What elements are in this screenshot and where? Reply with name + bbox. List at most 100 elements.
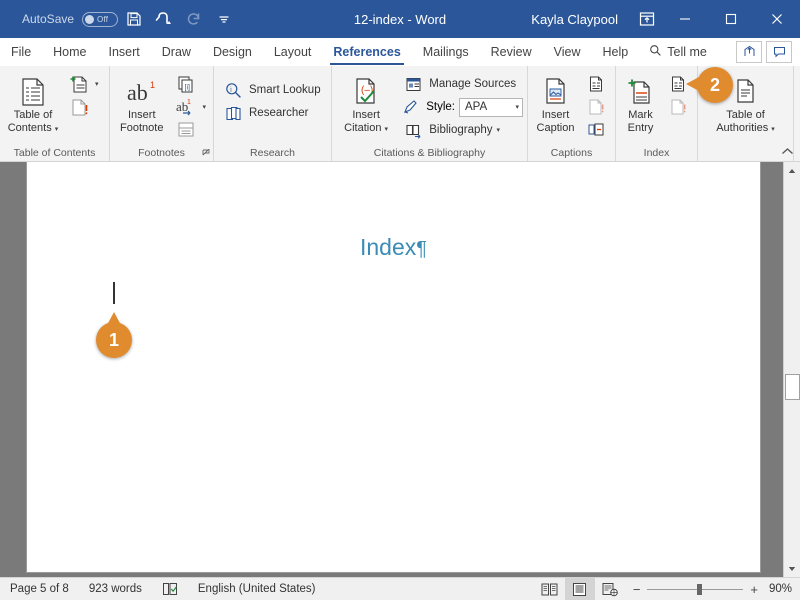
web-layout-icon[interactable] <box>595 578 625 600</box>
save-icon[interactable] <box>120 5 148 33</box>
close-icon[interactable] <box>754 0 800 38</box>
callout-1: 1 <box>96 312 132 358</box>
scroll-thumb[interactable] <box>784 374 800 400</box>
title-bar: AutoSave Off 12-index - Word Kayla Clayp… <box>0 0 800 38</box>
insert-caption-label-2: Caption <box>536 121 575 134</box>
researcher-icon <box>221 101 245 125</box>
tab-layout[interactable]: Layout <box>263 38 323 65</box>
update-table-figures-button[interactable] <box>581 96 611 118</box>
callout-2-tail <box>686 77 699 91</box>
zoom-control[interactable]: − + <box>625 583 766 596</box>
autosave-state-label: Off <box>97 14 109 24</box>
insert-footnote-label-2: Footnote <box>120 121 164 134</box>
heading-text: Index <box>359 234 417 260</box>
vertical-scrollbar[interactable] <box>783 162 800 577</box>
tab-draw[interactable]: Draw <box>151 38 202 65</box>
add-text-icon <box>67 72 91 96</box>
tab-view[interactable]: View <box>543 38 592 65</box>
tab-design[interactable]: Design <box>202 38 263 65</box>
read-mode-icon[interactable] <box>535 578 565 600</box>
add-text-button[interactable]: ▾ <box>64 73 102 95</box>
title-bar-right: Kayla Claypool <box>531 0 800 38</box>
scroll-up-icon[interactable] <box>783 162 800 179</box>
scroll-track[interactable] <box>783 179 800 560</box>
svg-text:1: 1 <box>150 80 155 90</box>
ribbon-group-label-table-of-contents: Table of Contents <box>13 147 96 159</box>
cross-reference-button[interactable] <box>581 119 611 141</box>
quick-access-toolbar: AutoSave Off <box>0 5 238 33</box>
svg-text:i: i <box>230 85 232 93</box>
insert-endnote-button[interactable]: [i] <box>171 73 209 95</box>
comments-icon[interactable] <box>766 40 792 63</box>
insert-table-of-figures-icon <box>584 72 608 96</box>
proofing-errors-icon[interactable] <box>152 578 188 600</box>
tab-references[interactable]: References <box>322 38 411 65</box>
insert-citation-button[interactable]: (–) Insert Citation ▾ <box>336 71 396 134</box>
document-scroll-pane[interactable]: Index¶ 1 <box>0 162 783 577</box>
zoom-out-button[interactable]: − <box>633 583 641 596</box>
smart-lookup-label: Smart Lookup <box>249 84 321 96</box>
show-notes-button[interactable] <box>171 119 209 141</box>
customize-quick-access-icon[interactable] <box>210 5 238 33</box>
tell-me-box[interactable]: Tell me <box>639 38 717 65</box>
word-count-status[interactable]: 923 words <box>79 578 152 600</box>
insert-caption-button[interactable]: Insert Caption <box>532 71 579 134</box>
maximize-icon[interactable] <box>708 0 754 38</box>
autosave-toggle[interactable]: Off <box>82 11 119 27</box>
text-cursor <box>113 282 115 304</box>
table-of-contents-label-1: Table of <box>13 109 53 121</box>
tab-insert[interactable]: Insert <box>98 38 151 65</box>
redo-icon[interactable] <box>180 5 208 33</box>
zoom-slider-thumb[interactable] <box>697 583 703 595</box>
tab-review[interactable]: Review <box>480 38 543 65</box>
page-number-status[interactable]: Page 5 of 8 <box>0 578 79 600</box>
language-status[interactable]: English (United States) <box>188 578 326 600</box>
researcher-button[interactable]: Researcher <box>218 102 324 124</box>
table-of-authorities-label-2: Authorities ▾ <box>716 121 775 134</box>
zoom-in-button[interactable]: + <box>750 583 758 596</box>
citation-style-row: Style: APA ▾ <box>398 96 523 118</box>
table-of-contents-button[interactable]: Table of Contents ▾ <box>4 71 62 134</box>
print-layout-icon[interactable] <box>564 577 595 600</box>
tab-home[interactable]: Home <box>42 38 97 65</box>
update-table-button[interactable] <box>64 96 102 118</box>
scroll-down-icon[interactable] <box>783 560 800 577</box>
next-footnote-button[interactable]: ab 1 ▾ <box>171 96 209 118</box>
footnotes-dialog-launcher[interactable] <box>202 148 211 160</box>
ribbon-group-label-footnotes: Footnotes <box>138 147 185 159</box>
bibliography-button[interactable]: Bibliography ▾ <box>398 119 523 141</box>
collapse-ribbon-icon[interactable] <box>781 147 794 159</box>
insert-footnote-icon: ab 1 <box>125 75 159 109</box>
smart-lookup-button[interactable]: i Smart Lookup <box>218 79 324 101</box>
manage-sources-icon <box>401 72 425 96</box>
insert-table-of-figures-button[interactable] <box>581 73 611 95</box>
share-icon[interactable] <box>736 40 762 63</box>
cross-reference-icon <box>584 118 608 142</box>
style-label: Style: <box>426 101 455 113</box>
account-name[interactable]: Kayla Claypool <box>531 12 618 27</box>
ribbon-group-label-captions: Captions <box>550 147 593 159</box>
svg-text:ab: ab <box>127 80 148 105</box>
insert-footnote-button[interactable]: ab 1 Insert Footnote <box>114 71 169 134</box>
tab-mailings[interactable]: Mailings <box>412 38 480 65</box>
ribbon-group-label-table-of-authorities <box>702 145 789 161</box>
document-area: Index¶ 1 <box>0 162 800 577</box>
update-table-icon <box>67 95 91 119</box>
status-bar: Page 5 of 8 923 words English (United St… <box>0 577 800 600</box>
insert-endnote-icon: [i] <box>174 72 198 96</box>
tab-help[interactable]: Help <box>592 38 640 65</box>
ribbon-display-options-icon[interactable] <box>632 10 662 28</box>
zoom-level-label[interactable]: 90% <box>766 583 800 595</box>
mark-entry-label-1: Mark <box>628 109 653 121</box>
update-index-button[interactable] <box>663 96 693 118</box>
zoom-slider[interactable] <box>647 583 744 595</box>
citation-style-select[interactable]: APA ▾ <box>459 97 523 117</box>
manage-sources-button[interactable]: Manage Sources <box>398 73 523 95</box>
undo-icon[interactable] <box>150 5 178 33</box>
tab-file[interactable]: File <box>0 38 42 65</box>
minimize-icon[interactable] <box>662 0 708 38</box>
mark-entry-button[interactable]: Mark Entry <box>620 71 661 134</box>
ribbon-group-table-of-contents: Table of Contents ▾ ▾ Table of Contents <box>0 66 110 161</box>
mark-entry-icon <box>627 75 655 109</box>
document-page[interactable]: Index¶ 1 <box>27 162 760 572</box>
